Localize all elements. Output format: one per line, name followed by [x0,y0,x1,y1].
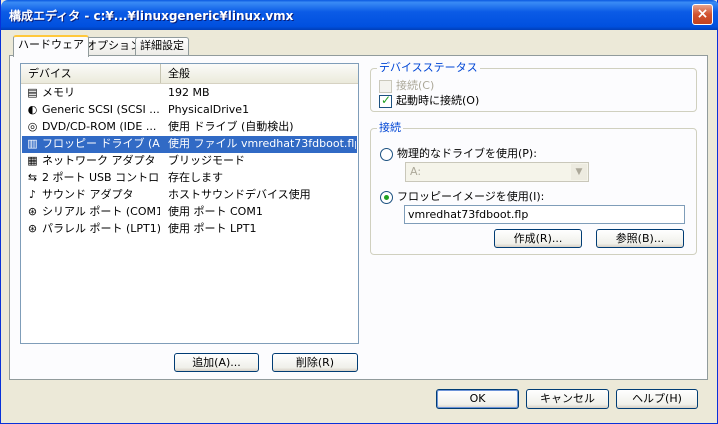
create-image-button[interactable]: 作成(R)... [494,229,582,248]
device-name: DVD/CD-ROM (IDE ... [42,120,157,133]
physical-drive-value: A: [410,165,422,178]
device-row[interactable]: ♪ サウンド アダプタ ホストサウンドデバイス使用 [22,187,357,204]
device-name: ネットワーク アダプタ [42,154,156,167]
column-header-device[interactable]: デバイス [21,64,161,83]
device-row[interactable]: ▥ フロッピー ドライブ (A:) 使用 ファイル vmredhat73fdboot… [22,136,357,153]
connect-at-power-on-checkbox[interactable] [379,93,392,108]
device-name: サウンド アダプタ [42,188,134,201]
device-row[interactable]: ⊛ パラレル ポート (LPT1) 使用 ポート LPT1 [22,221,357,238]
device-name: パラレル ポート (LPT1) [42,222,160,235]
connect-at-power-on-label: 起動時に接続(O) [396,94,480,107]
scsi-icon: ◐ [27,103,38,116]
add-device-button[interactable]: 追加(A)... [174,353,259,372]
device-summary: ブリッジモード [168,154,245,167]
sound-icon: ♪ [28,188,37,201]
close-button[interactable]: × [692,4,713,25]
device-name: フロッピー ドライブ (A:) [42,137,160,150]
device-row[interactable]: ⊛ シリアル ポート (COM1) 使用 ポート COM1 [22,204,357,221]
floppy-icon: ▥ [27,137,38,150]
config-editor-window: 構成エディタ - c:¥...¥linuxgeneric¥linux.vmx ×… [0,0,718,424]
device-status-group: デバイスステータス 接続(C) 起動時に接続(O) [370,61,697,112]
browse-image-button[interactable]: 参照(B)... [596,229,684,248]
device-list-header: デバイス 全般 [21,64,358,84]
device-summary: 使用 ポート LPT1 [168,222,257,235]
device-summary: 使用 ポート COM1 [168,205,263,218]
device-summary: 使用 ファイル vmredhat73fdboot.flp [168,137,356,150]
title-bar[interactable]: 構成エディタ - c:¥...¥linuxgeneric¥linux.vmx × [1,0,718,30]
parallel-port-icon: ⊛ [27,222,38,235]
use-physical-drive-radio[interactable] [380,148,393,161]
device-name: 2 ポート USB コントロ... [42,171,160,184]
device-summary: PhysicalDrive1 [168,103,250,116]
usb-icon: ⇆ [27,171,38,184]
device-summary: ホストサウンドデバイス使用 [168,188,311,201]
cancel-button[interactable]: キャンセル [526,389,609,409]
device-row[interactable]: ▤ メモリ 192 MB [22,85,357,102]
remove-device-button[interactable]: 削除(R) [272,353,358,372]
use-floppy-image-radio[interactable] [380,191,393,204]
device-summary: 192 MB [168,86,210,99]
help-button[interactable]: ヘルプ(H) [616,389,698,409]
connection-title: 接続 [377,121,403,135]
physical-drive-select[interactable]: A: ▼ [405,162,589,182]
device-status-title: デバイスステータス [377,61,480,75]
memory-icon: ▤ [27,86,38,99]
tab-advanced[interactable]: 詳細設定 [135,37,189,55]
column-header-summary[interactable]: 全般 [161,64,358,83]
device-row[interactable]: ◎ DVD/CD-ROM (IDE ... 使用 ドライブ (自動検出) [22,119,357,136]
device-name: Generic SCSI (SCSI ... [42,103,160,116]
chevron-down-icon[interactable]: ▼ [571,164,587,180]
device-row[interactable]: ⇆ 2 ポート USB コントロ... 存在します [22,170,357,187]
connected-label: 接続(C) [396,79,435,92]
floppy-image-path-input[interactable]: vmredhat73fdboot.flp [404,205,685,224]
tab-hardware[interactable]: ハードウェア [13,35,89,57]
use-floppy-image-label: フロッピーイメージを使用(I): [397,190,545,203]
device-row[interactable]: ◐ Generic SCSI (SCSI ... PhysicalDrive1 [22,102,357,119]
serial-port-icon: ⊛ [27,205,38,218]
window-title: 構成エディタ - c:¥...¥linuxgeneric¥linux.vmx [9,9,294,23]
connected-checkbox[interactable] [379,80,392,93]
device-list[interactable]: デバイス 全般 ▤ メモリ 192 MB ◐ Generic SCSI (SCSI ..… [20,63,359,344]
network-icon: ▦ [27,154,38,167]
device-name: シリアル ポート (COM1) [42,205,160,218]
use-physical-drive-label: 物理的なドライブを使用(P): [397,147,537,160]
device-name: メモリ [42,86,75,99]
cdrom-icon: ◎ [27,120,38,133]
device-summary: 使用 ドライブ (自動検出) [168,120,294,133]
device-row[interactable]: ▦ ネットワーク アダプタ ブリッジモード [22,153,357,170]
device-summary: 存在します [168,171,223,184]
ok-button[interactable]: OK [436,389,519,409]
